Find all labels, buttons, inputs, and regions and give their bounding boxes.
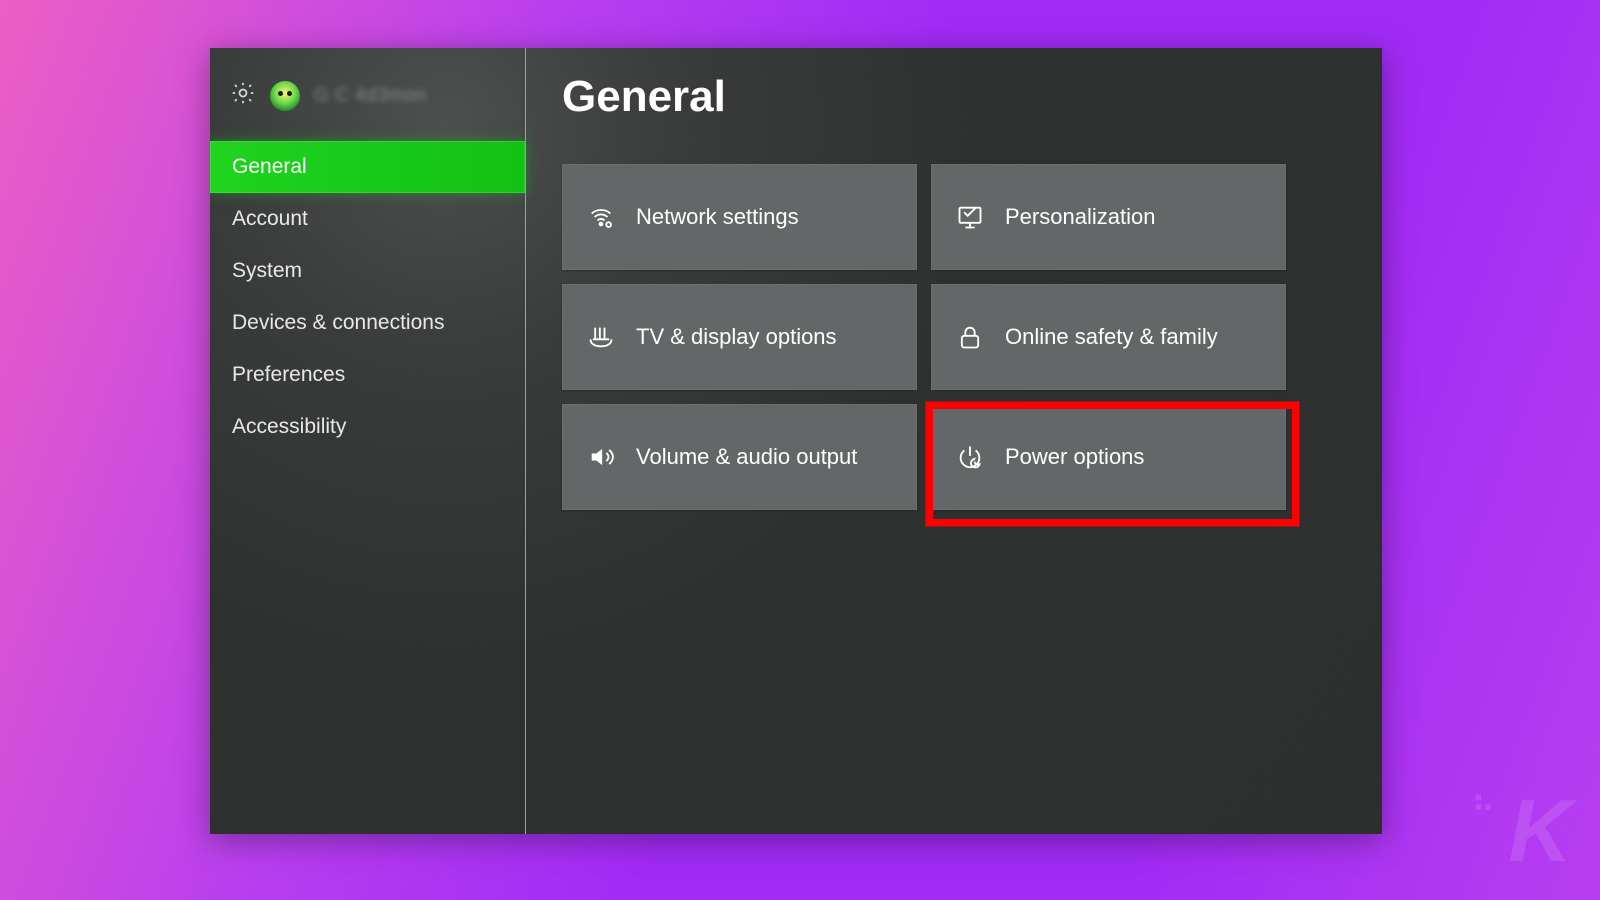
sidebar-item-general[interactable]: General xyxy=(210,141,525,193)
sidebar-item-preferences[interactable]: Preferences xyxy=(210,349,525,401)
settings-screen: G C 4d3mon General Account System Device… xyxy=(210,48,1382,834)
tile-power-options[interactable]: Power options xyxy=(931,404,1286,510)
tile-volume-audio-output[interactable]: Volume & audio output xyxy=(562,404,917,510)
watermark-letter: K xyxy=(1508,781,1570,880)
sidebar: G C 4d3mon General Account System Device… xyxy=(210,48,526,834)
page-title: General xyxy=(562,72,1346,122)
gear-icon[interactable] xyxy=(230,80,256,111)
sidebar-item-system[interactable]: System xyxy=(210,245,525,297)
sidebar-nav: General Account System Devices & connect… xyxy=(210,141,525,453)
tile-label: Network settings xyxy=(636,204,799,230)
sidebar-item-devices-connections[interactable]: Devices & connections xyxy=(210,297,525,349)
gamertag-blurred: G C 4d3mon xyxy=(314,85,427,107)
tv-display-icon xyxy=(586,322,616,352)
sidebar-item-label: Account xyxy=(232,207,308,230)
sidebar-header: G C 4d3mon xyxy=(210,70,525,141)
main-panel: General Network settings Personalization… xyxy=(526,48,1382,834)
tile-label: TV & display options xyxy=(636,324,837,350)
sidebar-item-label: Devices & connections xyxy=(232,311,444,334)
tile-label: Power options xyxy=(1005,444,1144,470)
sidebar-item-accessibility[interactable]: Accessibility xyxy=(210,401,525,453)
volume-icon xyxy=(586,442,616,472)
lock-icon xyxy=(955,322,985,352)
tile-personalization[interactable]: Personalization xyxy=(931,164,1286,270)
sidebar-item-label: General xyxy=(232,155,307,178)
tile-tv-display-options[interactable]: TV & display options xyxy=(562,284,917,390)
tile-network-settings[interactable]: Network settings xyxy=(562,164,917,270)
watermark: ▪▪ ▪ K xyxy=(1508,780,1570,882)
sidebar-item-label: Preferences xyxy=(232,363,345,386)
tile-label: Personalization xyxy=(1005,204,1155,230)
sidebar-item-label: Accessibility xyxy=(232,415,346,438)
personalization-icon xyxy=(955,202,985,232)
power-icon xyxy=(955,442,985,472)
sidebar-item-account[interactable]: Account xyxy=(210,193,525,245)
network-icon xyxy=(586,202,616,232)
tile-grid: Network settings Personalization TV & di… xyxy=(562,164,1346,510)
tile-label: Online safety & family xyxy=(1005,324,1218,350)
sidebar-item-label: System xyxy=(232,259,302,282)
tile-online-safety-family[interactable]: Online safety & family xyxy=(931,284,1286,390)
tile-label: Volume & audio output xyxy=(636,444,857,470)
avatar[interactable] xyxy=(270,81,300,111)
